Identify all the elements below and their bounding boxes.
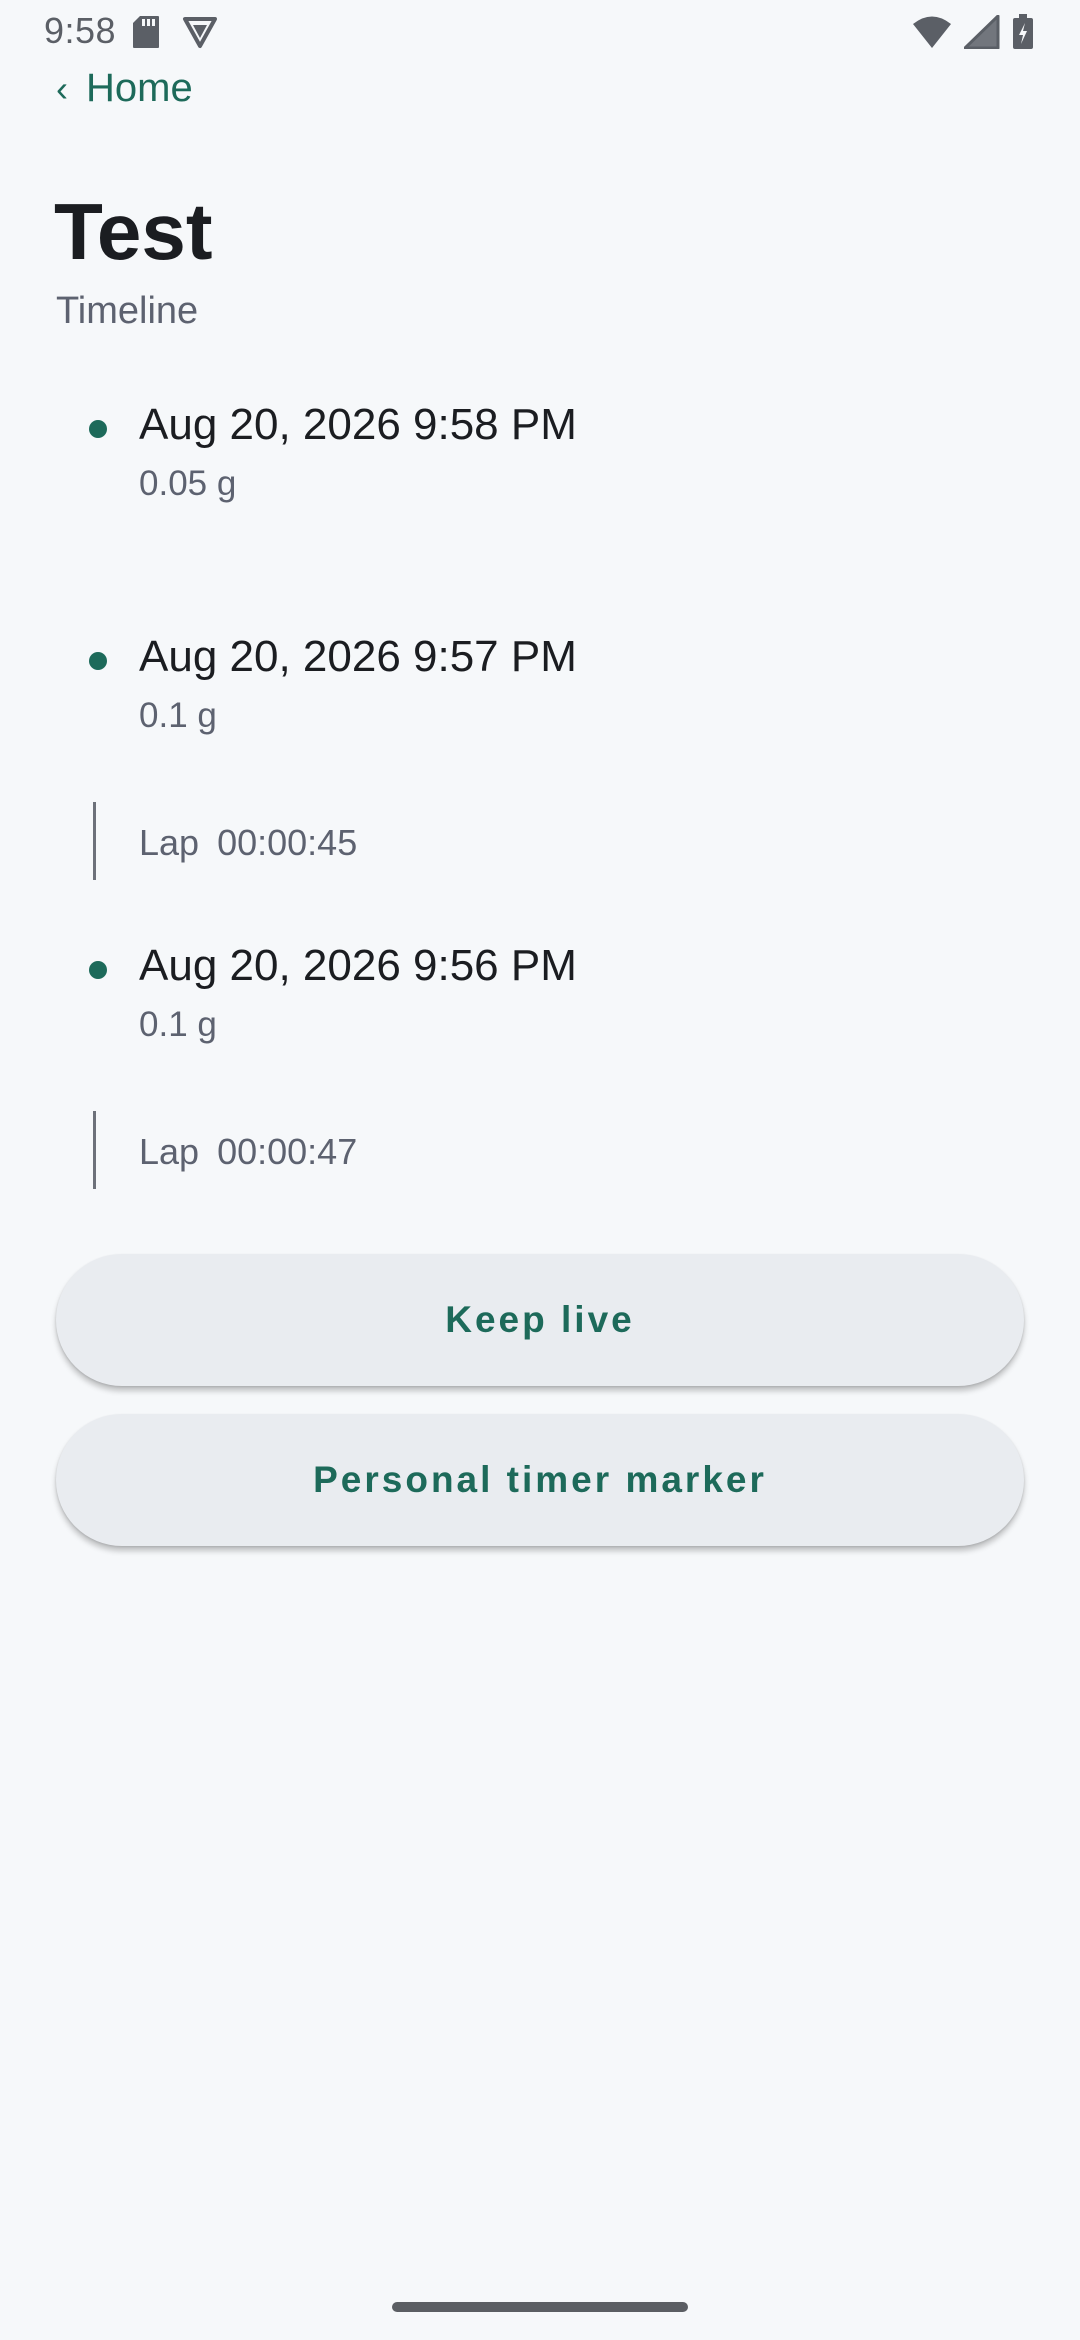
status-bar: 9:58 [0,0,1080,64]
entry-amount: 0.05 g [139,464,237,503]
personal-timer-marker-button[interactable]: Personal timer marker [56,1414,1024,1546]
lap-duration: 00:00:47 [217,1131,358,1172]
cellular-signal-icon [964,15,1000,49]
timeline-bullet [89,420,107,438]
lap-label: Lap [139,1131,200,1172]
lap-label: Lap [139,822,200,863]
gesture-nav-handle[interactable] [392,2302,688,2312]
entry-amount: 0.1 g [139,1005,217,1044]
status-left-icons [132,14,218,50]
screen: 9:58 ‹ Home Test Timeline Aug 20, 2026 9… [0,0,1080,2340]
status-time: 9:58 [44,10,117,51]
battery-charging-icon [1012,14,1034,50]
lap-row: Lap 00:00:47 [0,1111,1080,1189]
entry-timestamp: Aug 20, 2026 9:58 PM [139,400,577,449]
status-right-icons [912,14,1034,50]
entry-amount: 0.1 g [139,696,217,735]
back-link-label: Home [86,66,193,110]
page-title: Test [54,187,213,276]
back-home-link[interactable]: ‹ Home [56,66,193,111]
lap-connector-line [93,1111,96,1189]
lap-text: Lap 00:00:47 [139,1131,357,1173]
entry-timestamp: Aug 20, 2026 9:56 PM [139,941,577,990]
wifi-icon [912,15,952,49]
sd-card-icon [132,15,160,49]
lap-connector-line [93,802,96,880]
page-subtitle: Timeline [56,290,199,332]
lap-row: Lap 00:00:45 [0,802,1080,880]
timeline-bullet [89,652,107,670]
lap-duration: 00:00:45 [217,822,358,863]
entry-timestamp: Aug 20, 2026 9:57 PM [139,632,577,681]
chevron-left-icon: ‹ [56,67,68,109]
vpn-shield-icon [182,15,218,49]
lap-text: Lap 00:00:45 [139,822,357,864]
timeline-bullet [89,961,107,979]
keep-live-button[interactable]: Keep live [56,1254,1024,1386]
